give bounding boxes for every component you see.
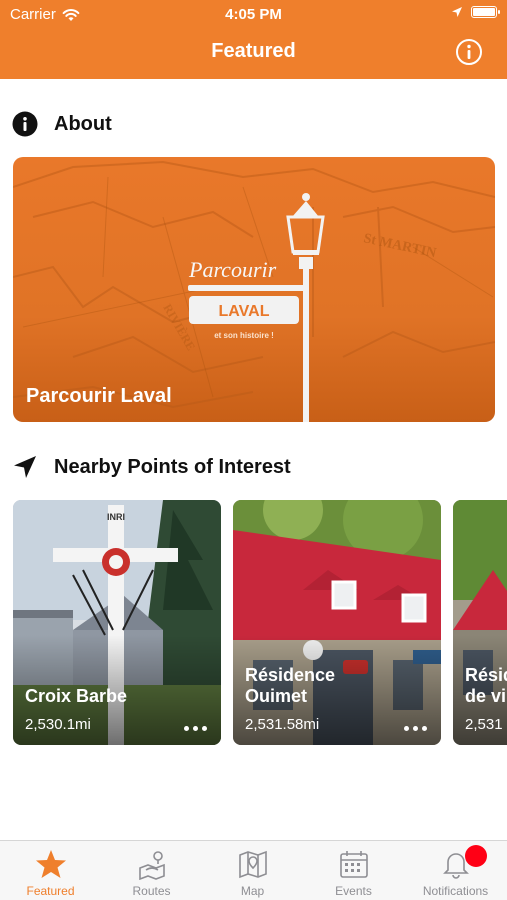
tab-label: Notifications bbox=[422, 884, 489, 898]
svg-text:St MARTIN: St MARTIN bbox=[362, 231, 437, 261]
page-title: Featured bbox=[211, 40, 296, 62]
battery-icon bbox=[471, 6, 500, 18]
poi-distance: 2,531 bbox=[465, 716, 503, 733]
poi-card[interactable]: Résidence Ouimet 2,531.58mi bbox=[233, 500, 441, 745]
tab-notifications[interactable]: Notifications bbox=[405, 841, 506, 900]
tab-label: Routes bbox=[132, 884, 171, 898]
poi-distance: 2,531.58mi bbox=[245, 716, 320, 733]
tab-events[interactable]: Events bbox=[303, 841, 404, 900]
tab-label: Featured bbox=[26, 884, 75, 898]
poi-card[interactable]: INRI Croix Barbe 2,530.1mi bbox=[13, 500, 221, 745]
location-arrow-icon bbox=[452, 7, 462, 17]
more-options-button[interactable] bbox=[184, 726, 207, 731]
more-options-button[interactable] bbox=[404, 726, 427, 731]
notification-badge bbox=[465, 845, 487, 867]
poi-title: Résidence Ouimet bbox=[245, 665, 336, 706]
navigation-bar: Carrier 4:05 PM Featured bbox=[0, 0, 507, 79]
hero-logo-laval: LAVAL bbox=[219, 303, 270, 320]
status-bar: Carrier 4:05 PM bbox=[0, 0, 507, 28]
hero-logo-script: Parcourir bbox=[188, 257, 277, 282]
tab-map[interactable]: Map bbox=[202, 841, 303, 900]
hero-logo-tagline: et son histoire ! bbox=[214, 331, 274, 340]
nearby-header: Nearby Points of Interest bbox=[12, 454, 291, 480]
poi-distance: 2,530.1mi bbox=[25, 716, 91, 733]
tab-bar: Featured Routes Map Events Notifications bbox=[0, 840, 507, 900]
star-icon bbox=[35, 850, 66, 878]
nearby-carousel[interactable]: INRI Croix Barbe 2,530.1mi Résidence Oui… bbox=[13, 500, 507, 746]
poi-title: Croix Barbe bbox=[25, 686, 128, 706]
info-button[interactable] bbox=[455, 38, 483, 66]
about-hero-card[interactable]: St MARTIN RIVIÈRE Parcourir LAVAL et son… bbox=[13, 157, 495, 422]
nearby-heading: Nearby Points of Interest bbox=[54, 455, 291, 478]
hero-map-artwork: St MARTIN RIVIÈRE Parcourir LAVAL et son… bbox=[13, 160, 495, 422]
calendar-icon bbox=[339, 851, 368, 878]
about-heading: About bbox=[54, 112, 112, 135]
svg-text:INRI: INRI bbox=[107, 512, 125, 522]
poi-card[interactable]: Résidence de vi 2,531 bbox=[453, 500, 507, 745]
map-icon bbox=[238, 850, 267, 879]
tab-label: Events bbox=[335, 884, 372, 898]
tab-routes[interactable]: Routes bbox=[101, 841, 202, 900]
tab-label: Map bbox=[240, 884, 265, 898]
location-arrow-icon bbox=[14, 456, 36, 478]
tab-featured[interactable]: Featured bbox=[0, 841, 101, 900]
hero-caption: Parcourir Laval bbox=[26, 385, 172, 407]
routes-icon bbox=[138, 851, 165, 880]
status-right bbox=[451, 6, 500, 18]
poi-title: Résidence de vi bbox=[465, 665, 507, 706]
about-header: About bbox=[12, 111, 112, 137]
info-icon bbox=[12, 111, 38, 137]
clock: 4:05 PM bbox=[225, 6, 282, 23]
